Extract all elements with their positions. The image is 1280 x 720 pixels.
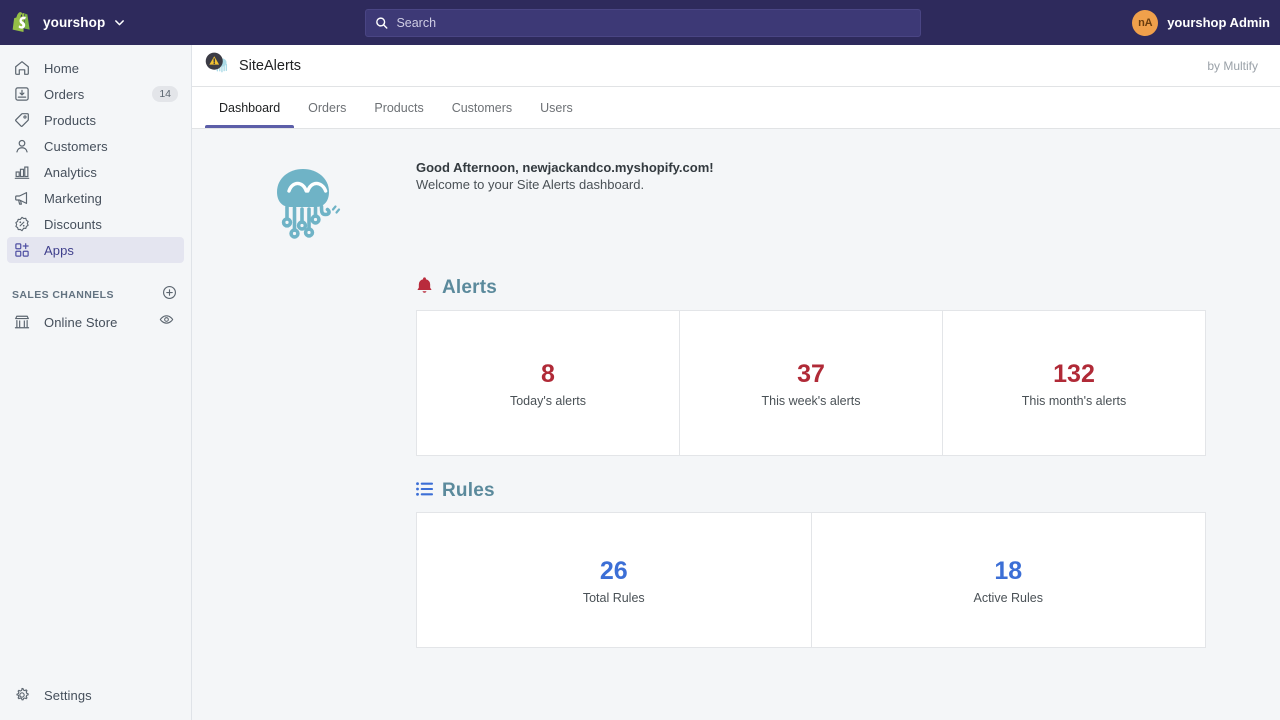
orders-count-badge: 14 (152, 86, 178, 102)
alerts-card-row: 8 Today's alerts 37 This week's alerts 1… (416, 310, 1206, 456)
sales-channels-title: SALES CHANNELS (12, 289, 114, 301)
tab-label: Orders (308, 101, 346, 115)
dashboard-body: Good Afternoon, newjackandco.myshopify.c… (192, 129, 1280, 648)
stat-card-total-rules: 26 Total Rules (417, 513, 812, 647)
tab-users[interactable]: Users (526, 87, 587, 128)
global-search-bar[interactable] (365, 9, 921, 37)
rules-section-header: Rules (416, 480, 1206, 502)
plus-circle-icon[interactable] (162, 285, 177, 305)
sidebar-item-products[interactable]: Products (7, 107, 184, 133)
sidebar-item-label: Discounts (44, 217, 102, 232)
user-menu[interactable]: nA yourshop Admin (1132, 0, 1270, 45)
eye-icon[interactable] (159, 312, 174, 330)
sidebar-item-online-store[interactable]: Online Store (7, 309, 184, 335)
bell-icon (416, 276, 433, 300)
stat-value: 26 (600, 556, 628, 586)
sections-wrap: Alerts 8 Today's alerts 37 This week's a… (416, 276, 1206, 648)
stat-label: Active Rules (974, 591, 1043, 605)
app-content-area: SiteAlerts by Multify Dashboard Orders P… (192, 45, 1280, 720)
app-header: SiteAlerts by Multify (192, 45, 1280, 87)
tag-icon (12, 110, 32, 130)
stat-label: This month's alerts (1022, 394, 1127, 408)
sidebar-item-label: Home (44, 61, 79, 76)
sidebar-item-label: Apps (44, 243, 74, 258)
app-byline: by Multify (1207, 59, 1258, 73)
mascot-wrap (192, 155, 416, 252)
sidebar-item-label: Analytics (44, 165, 97, 180)
stat-value: 37 (797, 359, 825, 389)
sidebar-item-label: Customers (44, 139, 108, 154)
sidebar-item-discounts[interactable]: Discounts (7, 211, 184, 237)
greeting-line-1: Good Afternoon, newjackandco.myshopify.c… (416, 159, 714, 176)
greeting-row: Good Afternoon, newjackandco.myshopify.c… (192, 155, 1280, 252)
store-switcher[interactable]: yourshop (0, 0, 192, 45)
alerts-section-title: Alerts (442, 277, 497, 299)
app-title: SiteAlerts (239, 58, 301, 74)
chevron-down-icon[interactable] (114, 17, 125, 28)
sidebar-item-home[interactable]: Home (7, 55, 184, 81)
sidebar-item-marketing[interactable]: Marketing (7, 185, 184, 211)
tab-dashboard[interactable]: Dashboard (205, 87, 294, 128)
person-icon (12, 136, 32, 156)
stat-card-todays-alerts: 8 Today's alerts (417, 311, 680, 455)
alerts-section-header: Alerts (416, 276, 1206, 300)
stat-card-this-weeks-alerts: 37 This week's alerts (680, 311, 943, 455)
megaphone-icon (12, 188, 32, 208)
stat-value: 18 (994, 556, 1022, 586)
rules-card-row: 26 Total Rules 18 Active Rules (416, 512, 1206, 648)
bar-chart-icon (12, 162, 32, 182)
avatar: nA (1132, 10, 1158, 36)
sidebar-item-orders[interactable]: Orders 14 (7, 81, 184, 107)
sidebar-item-label: Orders (44, 87, 84, 102)
stat-label: Today's alerts (510, 394, 586, 408)
tab-label: Users (540, 101, 573, 115)
sidebar-nav: Home Orders 14 Products (0, 45, 191, 263)
shopify-bag-icon (12, 11, 34, 35)
tab-label: Products (374, 101, 423, 115)
apps-grid-plus-icon (12, 240, 32, 260)
app-tabs: Dashboard Orders Products Customers User… (192, 87, 1280, 129)
greeting-line-2: Welcome to your Site Alerts dashboard. (416, 176, 714, 193)
tab-products[interactable]: Products (360, 87, 437, 128)
octopus-mascot-icon (267, 161, 341, 252)
stat-card-this-months-alerts: 132 This month's alerts (943, 311, 1205, 455)
sales-channels-header: SALES CHANNELS (12, 285, 177, 305)
sidebar-item-label: Marketing (44, 191, 102, 206)
greeting-text: Good Afternoon, newjackandco.myshopify.c… (416, 155, 714, 193)
app-identity: SiteAlerts (205, 52, 301, 79)
admin-name: yourshop Admin (1167, 15, 1270, 30)
orders-inbox-icon (12, 84, 32, 104)
tab-customers[interactable]: Customers (438, 87, 526, 128)
stat-label: Total Rules (583, 591, 645, 605)
storefront-icon (12, 312, 32, 332)
sidebar-item-label: Online Store (44, 315, 117, 330)
search-input[interactable] (396, 10, 911, 36)
sidebar-item-settings[interactable]: Settings (0, 682, 192, 708)
settings-label: Settings (44, 688, 92, 703)
list-icon (416, 481, 433, 502)
sidebar-item-label: Products (44, 113, 96, 128)
sidebar-item-customers[interactable]: Customers (7, 133, 184, 159)
stat-label: This week's alerts (762, 394, 861, 408)
sidebar-item-analytics[interactable]: Analytics (7, 159, 184, 185)
sidebar-item-apps[interactable]: Apps (7, 237, 184, 263)
stat-value: 8 (541, 359, 555, 389)
search-icon (375, 16, 388, 30)
gear-icon (12, 685, 32, 705)
tab-label: Customers (452, 101, 512, 115)
top-bar: yourshop nA yourshop Admin (0, 0, 1280, 45)
tab-orders[interactable]: Orders (294, 87, 360, 128)
warning-triangle-octopus-app-icon (205, 52, 229, 79)
shop-name: yourshop (43, 15, 105, 30)
home-icon (12, 58, 32, 78)
sidebar: Home Orders 14 Products (0, 45, 192, 720)
rules-section-title: Rules (442, 480, 495, 502)
stat-card-active-rules: 18 Active Rules (812, 513, 1206, 647)
discount-percent-icon (12, 214, 32, 234)
stat-value: 132 (1053, 359, 1095, 389)
tab-label: Dashboard (219, 101, 280, 115)
